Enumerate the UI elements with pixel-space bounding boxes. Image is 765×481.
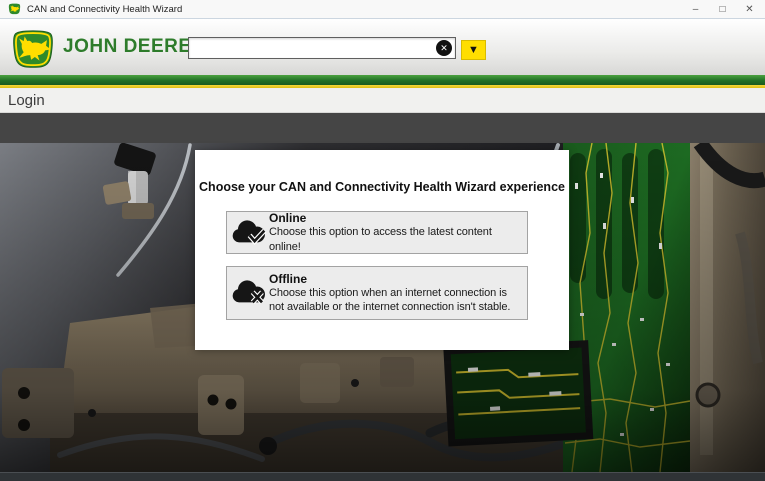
search-dropdown-button[interactable]: ▼ [461,40,486,60]
section-bar: Login [0,88,765,113]
john-deere-logo-icon-small [8,3,21,15]
offline-option-description: Choose this option when an internet conn… [269,286,521,315]
close-icon[interactable]: ✕ [736,0,763,18]
online-option-button[interactable]: Online Choose this option to access the … [226,211,528,254]
dropdown-arrow-icon: ▼ [468,44,479,56]
app-header: JOHN DEERE ✕ ▼ [0,19,765,75]
window-title: CAN and Connectivity Health Wizard [27,4,182,15]
search-input[interactable] [191,39,431,57]
window-titlebar[interactable]: CAN and Connectivity Health Wizard – □ ✕ [0,0,765,19]
maximize-icon[interactable]: □ [709,0,736,18]
offline-option-button[interactable]: Offline Choose this option when an inter… [226,266,528,320]
dialog-title: Choose your CAN and Connectivity Health … [195,180,569,194]
green-stripe [0,75,765,85]
online-option-description: Choose this option to access the latest … [269,225,521,254]
online-option-label: Online [269,211,521,225]
john-deere-wordmark: JOHN DEERE [63,36,192,58]
online-option-text: Online Choose this option to access the … [269,211,527,254]
offline-option-text: Offline Choose this option when an inter… [269,272,527,315]
offline-option-label: Offline [269,272,521,286]
john-deere-logo-icon [10,29,56,70]
app-window: CAN and Connectivity Health Wizard – □ ✕… [0,0,765,481]
content-stage: Choose your CAN and Connectivity Health … [0,113,765,472]
minimize-icon[interactable]: – [682,0,709,18]
cloud-check-icon [227,219,269,247]
clear-search-icon[interactable]: ✕ [436,40,452,56]
cloud-x-icon [227,279,269,307]
page-title: Login [8,92,45,109]
window-controls: – □ ✕ [682,0,765,18]
bottom-status-bar [0,472,765,481]
experience-dialog: Choose your CAN and Connectivity Health … [195,150,569,350]
search-box: ✕ [188,37,456,59]
